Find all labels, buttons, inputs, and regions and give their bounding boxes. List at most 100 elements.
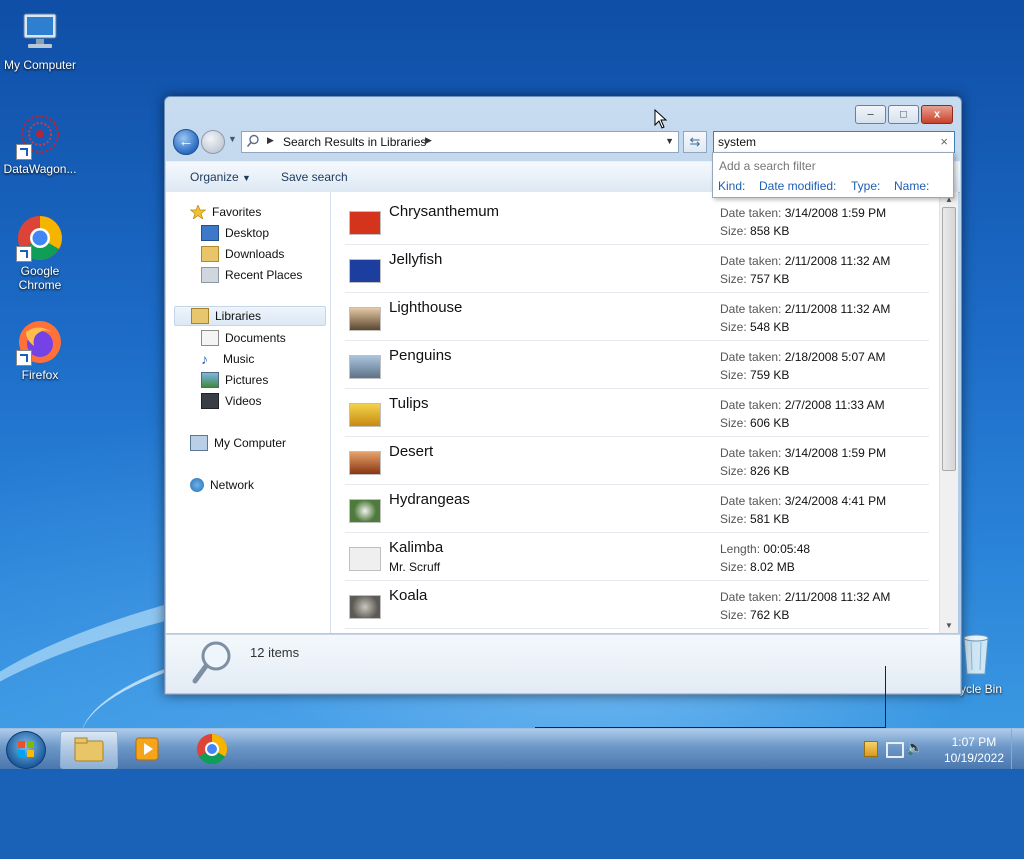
meta-value: 2/7/2008 11:33 AM xyxy=(784,398,885,412)
meta-value: 581 KB xyxy=(750,512,790,526)
nav-music[interactable]: ♪ Music xyxy=(201,349,254,369)
nav-recent-places[interactable]: Recent Places xyxy=(201,265,302,285)
nav-my-computer[interactable]: My Computer xyxy=(190,433,286,453)
address-bar[interactable]: ▶ Search Results in Libraries ▶ ▼ xyxy=(241,131,679,153)
filter-type[interactable]: Type: xyxy=(851,179,880,193)
vertical-scrollbar[interactable]: ▲ ▼ xyxy=(939,192,958,633)
list-item[interactable]: Tulips Date taken: 2/7/2008 11:33 AM Siz… xyxy=(345,389,929,437)
breadcrumb-chevron-icon[interactable]: ▶ xyxy=(267,135,274,146)
start-button[interactable] xyxy=(6,731,46,769)
clear-search-icon[interactable]: × xyxy=(940,134,948,149)
file-meta-1: Date taken: 3/24/2008 4:41 PM xyxy=(720,494,886,508)
list-item[interactable]: Chrysanthemum Date taken: 3/14/2008 1:59… xyxy=(345,197,929,245)
search-folder-icon xyxy=(246,134,259,148)
image-thumbnail xyxy=(349,451,381,475)
meta-label: Size: xyxy=(720,560,747,574)
meta-value: 858 KB xyxy=(750,224,790,238)
save-search-button[interactable]: Save search xyxy=(281,170,348,184)
chrome-icon xyxy=(197,734,228,765)
show-desktop-button[interactable] xyxy=(1011,729,1024,769)
explorer-window[interactable]: – □ x ← ▼ ▶ Search Results in Libraries … xyxy=(164,96,962,695)
desktop-icon-my-computer[interactable]: My Computer xyxy=(0,8,80,72)
list-item[interactable]: Lighthouse Date taken: 2/11/2008 11:32 A… xyxy=(345,293,929,341)
nav-pictures-label: Pictures xyxy=(225,373,269,387)
computer-icon xyxy=(16,8,64,56)
meta-label: Length: xyxy=(720,542,761,556)
organize-label: Organize xyxy=(190,170,239,184)
downloads-folder-icon xyxy=(201,246,219,262)
desktop-icon-label: Firefox xyxy=(21,368,59,382)
close-button[interactable]: x xyxy=(921,105,953,124)
taskbar-chrome[interactable] xyxy=(184,731,240,767)
network-icon[interactable] xyxy=(886,742,904,758)
meta-label: Date taken: xyxy=(720,590,782,604)
back-button[interactable]: ← xyxy=(173,129,199,155)
filter-kind[interactable]: Kind: xyxy=(718,179,745,193)
desktop-icon-label: Google Chrome xyxy=(18,264,62,292)
image-thumbnail xyxy=(349,211,381,235)
desktop-icon-chrome[interactable]: Google Chrome xyxy=(0,214,80,292)
list-item[interactable]: Desert Date taken: 3/14/2008 1:59 PM Siz… xyxy=(345,437,929,485)
scroll-down-icon[interactable]: ▼ xyxy=(945,621,953,630)
nav-network[interactable]: Network xyxy=(190,475,254,495)
address-dropdown-icon[interactable]: ▼ xyxy=(665,136,674,146)
nav-desktop[interactable]: Desktop xyxy=(201,223,269,243)
meta-label: Date taken: xyxy=(720,494,782,508)
libraries-icon xyxy=(191,308,209,324)
meta-label: Size: xyxy=(720,320,747,334)
list-item[interactable]: Jellyfish Date taken: 2/11/2008 11:32 AM… xyxy=(345,245,929,293)
nav-pictures[interactable]: Pictures xyxy=(201,370,268,390)
network-icon xyxy=(190,478,204,492)
nav-favorites[interactable]: Favorites xyxy=(189,202,262,222)
action-center-flag-icon[interactable] xyxy=(864,741,878,757)
breadcrumb-chevron-icon[interactable]: ▶ xyxy=(425,135,432,146)
organize-button[interactable]: Organize ▼ xyxy=(190,170,251,184)
file-name: Kalimba xyxy=(389,539,444,556)
nav-documents[interactable]: Documents xyxy=(201,328,286,348)
clock[interactable]: 1:07 PM 10/19/2022 xyxy=(944,734,1004,766)
search-input[interactable]: system × xyxy=(713,131,955,153)
list-item[interactable]: Koala Date taken: 2/11/2008 11:32 AM Siz… xyxy=(345,581,929,629)
shortcut-arrow-icon xyxy=(16,350,32,366)
firefox-icon xyxy=(16,318,64,366)
meta-value: 606 KB xyxy=(750,416,790,430)
scrollbar-thumb[interactable] xyxy=(942,207,956,471)
maximize-button[interactable]: □ xyxy=(888,105,919,124)
meta-label: Date taken: xyxy=(720,302,782,316)
nav-downloads[interactable]: Downloads xyxy=(201,244,284,264)
recent-pages-dropdown[interactable]: ▼ xyxy=(228,134,237,144)
taskbar-media-player[interactable] xyxy=(120,731,176,767)
desktop-icon-firefox[interactable]: Firefox xyxy=(0,318,80,382)
meta-label: Size: xyxy=(720,368,747,382)
shortcut-arrow-icon xyxy=(16,144,32,160)
list-item[interactable]: Kalimba Mr. Scruff Length: 00:05:48 Size… xyxy=(345,533,929,581)
taskbar-explorer[interactable] xyxy=(60,731,118,769)
mouse-cursor-icon xyxy=(654,109,668,129)
image-thumbnail xyxy=(349,259,381,283)
desktop-icon xyxy=(201,225,219,241)
music-icon: ♪ xyxy=(201,351,208,367)
maximize-icon: □ xyxy=(900,108,907,120)
back-arrow-icon: ← xyxy=(178,133,194,150)
image-thumbnail xyxy=(349,403,381,427)
desktop-icon-datawagon[interactable]: DataWagon... xyxy=(0,112,80,176)
nav-libraries[interactable]: Libraries xyxy=(174,306,326,326)
volume-icon[interactable]: 🔈 xyxy=(906,739,923,756)
minimize-button[interactable]: – xyxy=(855,105,886,124)
list-item[interactable]: Penguins Date taken: 2/18/2008 5:07 AM S… xyxy=(345,341,929,389)
forward-button[interactable] xyxy=(201,130,225,154)
nav-favorites-label: Favorites xyxy=(212,205,262,219)
file-meta-2: Size: 858 KB xyxy=(720,224,789,238)
desktop-icon-label: DataWagon... xyxy=(3,162,77,176)
list-item[interactable]: Hydrangeas Date taken: 3/24/2008 4:41 PM… xyxy=(345,485,929,533)
nav-videos[interactable]: Videos xyxy=(201,391,261,411)
desktop-icon-label: My Computer xyxy=(3,58,77,72)
recent-places-icon xyxy=(201,267,219,283)
filter-date-modified[interactable]: Date modified: xyxy=(759,179,836,193)
desktop-icon-label: ycle Bin xyxy=(960,682,1003,696)
videos-icon xyxy=(201,393,219,409)
breadcrumb-search-results[interactable]: Search Results in Libraries xyxy=(283,135,426,149)
refresh-button[interactable]: ⇆ xyxy=(683,131,707,153)
filter-name[interactable]: Name: xyxy=(894,179,929,193)
clock-time: 1:07 PM xyxy=(951,735,997,749)
